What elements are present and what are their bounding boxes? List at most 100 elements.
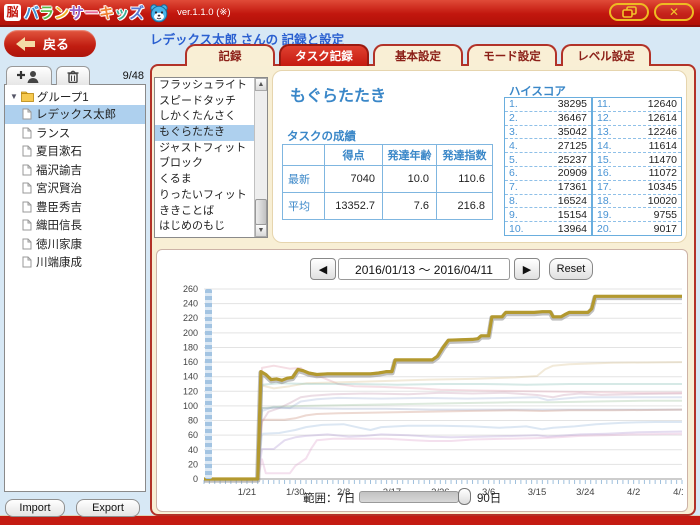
user-label: ランス (36, 125, 70, 141)
import-button[interactable]: Import (5, 499, 65, 517)
sidebar-panel: ▼ グループ1 レデックス太郎ランス夏目漱石福沢諭吉宮沢賢治豊臣秀吉織田信長徳川… (4, 84, 146, 492)
highscore-rank: 2. (509, 112, 518, 124)
page-icon (22, 145, 32, 157)
highscore-rank: 11. (597, 98, 611, 110)
task-item[interactable]: りったいフィット (155, 188, 254, 204)
bear-icon (149, 3, 169, 23)
restore-button[interactable] (609, 3, 649, 21)
svg-text:0: 0 (193, 474, 198, 484)
page-icon (22, 182, 32, 194)
task-item[interactable]: もぐらたたき (155, 125, 254, 141)
highscore-rank: 20. (597, 223, 612, 235)
highscore-value: 16524 (558, 195, 587, 207)
highscore-col-left: 1.382952.364673.350424.271255.252376.209… (505, 98, 593, 235)
tab[interactable]: モード設定 (467, 44, 557, 66)
page-icon (22, 219, 32, 231)
highscore-rank: 14. (597, 140, 612, 152)
highscore-value: 9755 (654, 209, 677, 221)
logo-letter: ッ (114, 2, 129, 23)
user-row[interactable]: 織田信長 (5, 216, 145, 235)
logo-letter: サ (69, 2, 84, 23)
highscore-rank: 5. (509, 154, 518, 166)
user-row[interactable]: 川端康成 (5, 253, 145, 272)
highscore-value: 10020 (648, 195, 677, 207)
group-row[interactable]: ▼ グループ1 (5, 88, 145, 105)
user-label: 豊臣秀吉 (36, 199, 82, 215)
page-icon (22, 201, 32, 213)
close-button[interactable]: ✕ (654, 3, 694, 21)
highscore-row: 18.10020 (593, 195, 681, 209)
prev-date-button[interactable]: ◀ (310, 258, 336, 280)
score-chart: 0204060801001201401601802002202402601/21… (163, 284, 683, 496)
highscore-rank: 10. (509, 223, 524, 235)
task-title: もぐらたたき (290, 82, 386, 106)
highscore-row: 2. 36467 (505, 112, 591, 126)
highscore-value: 35042 (558, 126, 587, 138)
tab[interactable]: 記録 (185, 44, 275, 66)
expander-icon[interactable]: ▼ (10, 92, 18, 101)
page-icon (22, 256, 32, 268)
group-label: グループ1 (37, 89, 89, 105)
back-button[interactable]: 戻る (4, 30, 96, 57)
trash-icon (67, 70, 79, 83)
date-range-field[interactable]: 2016/01/13 ～ 2016/04/11 (338, 258, 510, 280)
user-row[interactable]: 福沢諭吉 (5, 161, 145, 180)
svg-text:260: 260 (183, 284, 198, 294)
user-label: 福沢諭吉 (36, 162, 82, 178)
results-row: 平均13352.77.6216.8 (283, 193, 493, 220)
chart-vertical-slider[interactable] (205, 289, 212, 479)
user-count: 9/48 (106, 70, 144, 82)
highscore-value: 17361 (558, 181, 587, 193)
add-user-icon (17, 70, 41, 83)
user-row[interactable]: ランス (5, 124, 145, 143)
delete-user-button[interactable] (56, 66, 90, 85)
export-button[interactable]: Export (76, 499, 140, 517)
reset-button[interactable]: Reset (549, 258, 593, 280)
user-row[interactable]: 豊臣秀吉 (5, 198, 145, 217)
results-col-header: 発達指数 (437, 145, 493, 166)
task-item[interactable]: ブロック (155, 156, 254, 172)
logo-letter: バ (24, 2, 39, 23)
svg-text:1/30: 1/30 (286, 487, 305, 496)
tab[interactable]: レベル設定 (561, 44, 651, 66)
logo-letter: ン (54, 2, 69, 23)
user-label: 宮沢賢治 (36, 180, 82, 196)
tab[interactable]: タスク記録 (279, 44, 369, 66)
task-item[interactable]: スピードタッチ (155, 94, 254, 110)
svg-text:160: 160 (183, 357, 198, 367)
user-row[interactable]: 夏目漱石 (5, 142, 145, 161)
task-item[interactable]: ジャストフィット (155, 141, 254, 157)
task-item[interactable]: くるま (155, 172, 254, 188)
svg-text:4/11: 4/11 (673, 487, 683, 496)
range-slider-track[interactable] (359, 491, 459, 503)
user-label: レデックス太郎 (36, 106, 116, 122)
scroll-up-button[interactable]: ▲ (255, 78, 267, 91)
highscore-rank: 7. (509, 181, 518, 193)
highscore-value: 36467 (558, 112, 587, 124)
task-item[interactable]: しかくたんさく (155, 109, 254, 125)
task-item[interactable]: ききことば (155, 204, 254, 220)
task-item[interactable]: はじめのもじ (155, 219, 254, 235)
add-user-button[interactable] (6, 66, 52, 85)
user-row[interactable]: レデックス太郎 (5, 105, 145, 124)
user-row[interactable]: 宮沢賢治 (5, 179, 145, 198)
svg-text:40: 40 (188, 445, 198, 455)
highscore-row: 1.38295 (505, 98, 591, 112)
range-slider-thumb[interactable] (458, 488, 471, 505)
scroll-down-button[interactable]: ▼ (255, 224, 267, 237)
highscore-row: 9.15154 (505, 208, 591, 222)
highscore-rank: 9. (509, 209, 518, 221)
highscore-row: 12.12614 (593, 112, 681, 126)
tab[interactable]: 基本設定 (373, 44, 463, 66)
logo-letter: ー (84, 2, 99, 23)
page-icon (22, 108, 32, 120)
next-date-button[interactable]: ▶ (514, 258, 540, 280)
highscore-value: 11072 (649, 167, 677, 179)
task-scrollbar[interactable]: ▲ ▼ (254, 78, 267, 237)
highscore-rank: 12. (597, 112, 612, 124)
chart-panel: ◀ 2016/01/13 ～ 2016/04/11 ▶ Reset 020406… (156, 249, 688, 512)
task-item[interactable]: フラッシュライト (155, 78, 254, 94)
highscore-row: 19.9755 (593, 208, 681, 222)
user-row[interactable]: 徳川家康 (5, 235, 145, 254)
scroll-thumb[interactable] (255, 199, 267, 225)
